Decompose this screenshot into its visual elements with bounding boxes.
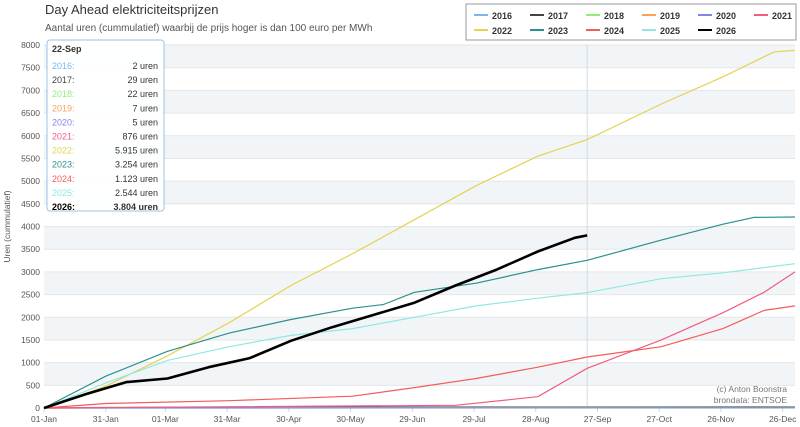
legend: 2016 2017 2018 2019 2020 2021 2022 2023 2024 2025… bbox=[465, 3, 797, 41]
y-tick-label: 6500 bbox=[21, 108, 40, 118]
x-tick-label: 27-Oct bbox=[646, 414, 672, 424]
tooltip-year: 2019: bbox=[52, 103, 75, 113]
y-tick-label: 8000 bbox=[21, 40, 40, 50]
plot-band bbox=[44, 317, 795, 340]
x-tick-label: 01-Mar bbox=[152, 414, 179, 424]
tooltip-year: 2026: bbox=[52, 202, 75, 212]
x-tick-label: 29-Jun bbox=[399, 414, 425, 424]
y-tick-label: 1000 bbox=[21, 358, 40, 368]
y-tick-label: 3000 bbox=[21, 267, 40, 277]
legend-item-2026[interactable]: 2026 bbox=[716, 26, 736, 36]
tooltip-value: 29 uren bbox=[127, 75, 158, 85]
x-tick-label: 28-Aug bbox=[522, 414, 550, 424]
y-tick-label: 7500 bbox=[21, 63, 40, 73]
tooltip-year: 2021: bbox=[52, 132, 75, 142]
tooltip-value: 5.915 uren bbox=[115, 146, 158, 156]
tooltip-value: 2 uren bbox=[132, 61, 158, 71]
legend-item-2023[interactable]: 2023 bbox=[548, 26, 568, 36]
legend-item-2022[interactable]: 2022 bbox=[492, 26, 512, 36]
tooltip-value: 3.804 uren bbox=[113, 202, 158, 212]
tooltip-value: 3.254 uren bbox=[115, 160, 158, 170]
tooltip-year: 2018: bbox=[52, 89, 75, 99]
y-tick-label: 4000 bbox=[21, 222, 40, 232]
legend-item-2024[interactable]: 2024 bbox=[604, 26, 624, 36]
price-chart: Day Ahead elektriciteitsprijzen Aantal u… bbox=[2, 2, 797, 424]
y-tick-label: 6000 bbox=[21, 131, 40, 141]
legend-item-2019[interactable]: 2019 bbox=[660, 11, 680, 21]
tooltip: 22-Sep 2016: 2 uren 2017: 29 uren 2018: 22 ure… bbox=[46, 39, 165, 212]
legend-item-2018[interactable]: 2018 bbox=[604, 11, 624, 21]
tooltip-value: 1.123 uren bbox=[115, 174, 158, 184]
y-tick-label: 500 bbox=[26, 380, 40, 390]
legend-item-2021[interactable]: 2021 bbox=[772, 11, 792, 21]
tooltip-year: 2024: bbox=[52, 174, 75, 184]
x-tick-label: 26-Nov bbox=[707, 414, 735, 424]
tooltip-year: 2016: bbox=[52, 61, 75, 71]
plot-band bbox=[44, 362, 795, 386]
x-tick-label: 30-Apr bbox=[276, 414, 302, 424]
y-tick-label: 2000 bbox=[21, 312, 40, 322]
x-tick-label: 31-Mar bbox=[214, 414, 241, 424]
y-tick-label: 1500 bbox=[21, 335, 40, 345]
legend-item-2025[interactable]: 2025 bbox=[660, 26, 680, 36]
tooltip-year: 2020: bbox=[52, 117, 75, 127]
tooltip-value: 876 uren bbox=[122, 132, 158, 142]
legend-box bbox=[465, 3, 797, 41]
tooltip-value: 5 uren bbox=[132, 117, 158, 127]
y-tick-label: 3500 bbox=[21, 244, 40, 254]
tooltip-value: 22 uren bbox=[127, 89, 158, 99]
legend-item-2017[interactable]: 2017 bbox=[548, 11, 568, 21]
tooltip-year: 2025: bbox=[52, 188, 75, 198]
tooltip-year: 2017: bbox=[52, 75, 75, 85]
legend-item-2020[interactable]: 2020 bbox=[716, 11, 736, 21]
y-tick-label: 4500 bbox=[21, 199, 40, 209]
y-tick-label: 7000 bbox=[21, 85, 40, 95]
y-axis-title: Uren (cummulatief) bbox=[2, 190, 12, 262]
tooltip-value: 7 uren bbox=[132, 103, 158, 113]
credits-line-2: brondata: ENTSOE bbox=[714, 395, 788, 405]
x-tick-label: 27-Sep bbox=[584, 414, 612, 424]
y-tick-label: 5000 bbox=[21, 176, 40, 186]
y-tick-label: 5500 bbox=[21, 153, 40, 163]
x-tick-label: 29-Jul bbox=[462, 414, 485, 424]
credits-line-1: (c) Anton Boonstra bbox=[717, 384, 788, 394]
plot-band bbox=[44, 226, 795, 250]
tooltip-year: 2022: bbox=[52, 146, 75, 156]
x-tick-label: 31-Jan bbox=[93, 414, 119, 424]
x-tick-label: 30-May bbox=[336, 414, 365, 424]
chart-subtitle: Aantal uren (cummulatief) waarbij de pri… bbox=[45, 23, 372, 34]
tooltip-year: 2023: bbox=[52, 160, 75, 170]
chart-title: Day Ahead elektriciteitsprijzen bbox=[45, 2, 218, 17]
legend-item-2016[interactable]: 2016 bbox=[492, 11, 512, 21]
y-tick-label: 2500 bbox=[21, 290, 40, 300]
x-tick-label: 01-Jan bbox=[31, 414, 57, 424]
x-tick-label: 26-Dec bbox=[769, 414, 797, 424]
y-tick-label: 0 bbox=[35, 403, 40, 413]
tooltip-date: 22-Sep bbox=[52, 44, 82, 54]
tooltip-value: 2.544 uren bbox=[115, 188, 158, 198]
